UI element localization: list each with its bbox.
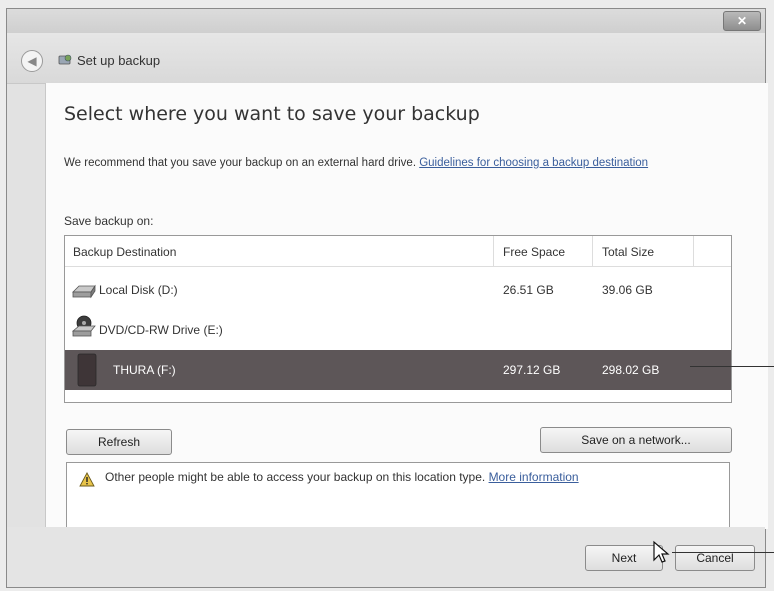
- hard-disk-icon: [72, 284, 96, 299]
- table-row-selected[interactable]: THURA (F:) 297.12 GB 298.02 GB: [65, 350, 731, 390]
- title-bar: ✕: [7, 9, 765, 33]
- save-on-network-button[interactable]: Save on a network...: [540, 427, 732, 453]
- callout-line: [690, 366, 774, 367]
- row-total-size: 298.02 GB: [602, 363, 660, 377]
- back-arrow-button[interactable]: ◀: [21, 50, 43, 72]
- external-drive-icon: [77, 353, 97, 387]
- row-destination: Local Disk (D:): [99, 283, 178, 297]
- refresh-button[interactable]: Refresh: [66, 429, 172, 455]
- cancel-button[interactable]: Cancel: [675, 545, 755, 571]
- warning-message: Other people might be able to access you…: [105, 470, 579, 484]
- table-header: Backup Destination Free Space Total Size: [65, 236, 731, 267]
- row-destination: DVD/CD-RW Drive (E:): [99, 323, 223, 337]
- table-row[interactable]: DVD/CD-RW Drive (E:): [65, 310, 731, 350]
- close-button[interactable]: ✕: [723, 11, 761, 31]
- more-information-link[interactable]: More information: [489, 470, 579, 484]
- table-row[interactable]: Local Disk (D:) 26.51 GB 39.06 GB: [65, 270, 731, 310]
- warning-panel: Other people might be able to access you…: [66, 462, 730, 532]
- setup-backup-window: ✕ ◀ Set up backup Select where you want …: [6, 8, 768, 588]
- warning-text: Other people might be able to access you…: [105, 470, 489, 484]
- column-header-total-size[interactable]: Total Size: [602, 245, 654, 259]
- row-destination: THURA (F:): [113, 363, 176, 377]
- warning-icon: [79, 472, 95, 487]
- column-header-free-space[interactable]: Free Space: [503, 245, 565, 259]
- recommendation-text: We recommend that you save your backup o…: [64, 154, 744, 172]
- row-free-space: 26.51 GB: [503, 283, 554, 297]
- wizard-content: Select where you want to save your backu…: [45, 83, 768, 532]
- save-backup-on-label: Save backup on:: [64, 214, 154, 228]
- wizard-title: Set up backup: [77, 53, 161, 68]
- column-divider: [693, 236, 694, 266]
- column-divider: [592, 236, 593, 266]
- guidelines-link[interactable]: Guidelines for choosing a backup destina…: [419, 157, 648, 169]
- backup-icon: [58, 54, 72, 65]
- row-total-size: 39.06 GB: [602, 283, 653, 297]
- callout-line: [672, 552, 774, 553]
- column-header-destination[interactable]: Backup Destination: [73, 245, 176, 259]
- backup-destination-table[interactable]: Backup Destination Free Space Total Size…: [64, 235, 732, 403]
- mouse-cursor-icon: [653, 540, 670, 563]
- column-divider: [493, 236, 494, 266]
- page-heading: Select where you want to save your backu…: [64, 103, 480, 125]
- navigation-bar: ◀ Set up backup: [7, 33, 765, 84]
- row-free-space: 297.12 GB: [503, 363, 561, 377]
- dvd-drive-icon: [71, 315, 96, 337]
- recommendation-label: We recommend that you save your backup o…: [64, 157, 420, 169]
